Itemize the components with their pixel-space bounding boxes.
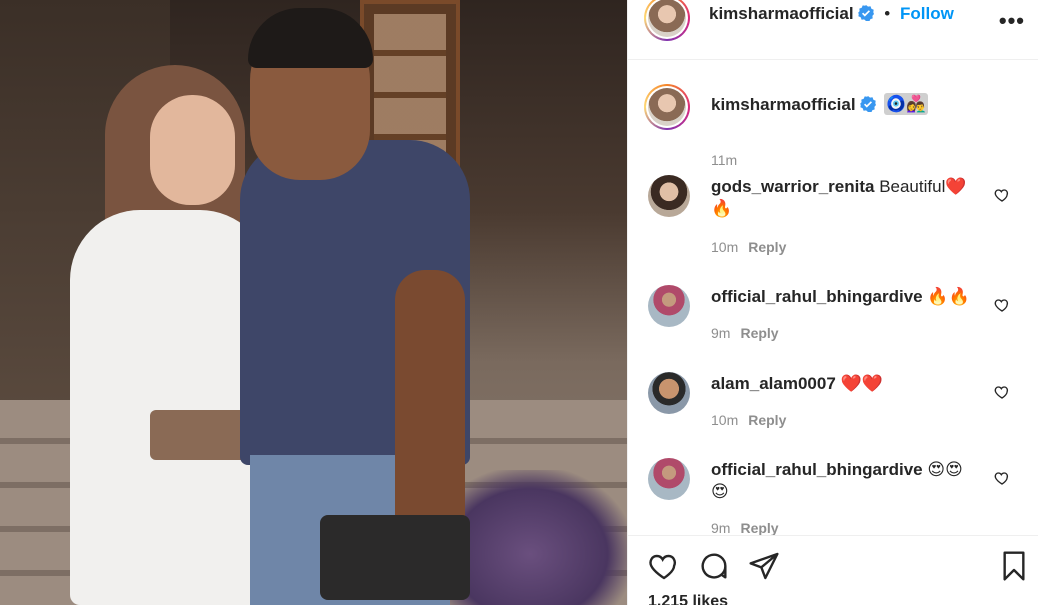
caption-username[interactable]: kimsharmaofficial [711,95,856,114]
author-avatar[interactable] [644,0,690,41]
comment-avatar[interactable] [648,458,690,500]
share-icon[interactable] [748,550,780,582]
comment-text: official_rahul_bhingardive 🔥🔥 [711,286,976,308]
verified-badge-icon [859,96,876,112]
comment-time: 10m [711,412,739,428]
verified-badge-icon [857,5,874,21]
post-panel: kimsharmaofficial • Follow ••• kimsharma… [627,0,1038,605]
caption-text: kimsharmaofficial 🧿👩‍❤️‍👨 [711,93,929,115]
photo-clutch [320,515,470,600]
comment-avatar[interactable] [648,285,690,327]
more-options-button[interactable]: ••• [999,8,1025,34]
post-header: kimsharmaofficial • Follow ••• [628,0,1038,60]
caption-avatar[interactable] [644,84,690,130]
like-comment-heart-icon[interactable] [994,187,1010,203]
comment-meta: 10m Reply [711,412,786,428]
post-actions: 1,215 likes [628,535,1038,605]
comment-avatar[interactable] [648,372,690,414]
reply-button[interactable]: Reply [740,325,778,341]
reply-button[interactable]: Reply [740,520,778,535]
heart-icon[interactable] [648,550,680,582]
comment-text: gods_warrior_renita Beautiful❤️🔥 [711,176,976,220]
comment-text: alam_alam0007 ❤️❤️ [711,373,976,395]
photo-man-hair [248,8,373,68]
comment-body: 🔥🔥 [927,287,970,306]
reply-button[interactable]: Reply [748,239,786,255]
comment-username[interactable]: alam_alam0007 [711,374,836,393]
comment-avatar[interactable] [648,175,690,217]
like-comment-heart-icon[interactable] [994,384,1010,400]
photo-woman-face [150,95,235,205]
comments-section: kimsharmaofficial 🧿👩‍❤️‍👨 11m gods_warri… [628,60,1038,535]
photo-woman-belt [150,410,250,460]
comment-username[interactable]: official_rahul_bhingardive [711,287,923,306]
likes-count[interactable]: 1,215 likes [648,593,728,605]
comment-meta: 9m Reply [711,325,779,341]
author-username[interactable]: kimsharmaofficial [709,4,854,23]
comment-body: ❤️❤️ [840,374,883,393]
comment-time: 10m [711,239,739,255]
reply-button[interactable]: Reply [748,412,786,428]
comment-meta: 10m Reply [711,239,786,255]
comment-username[interactable]: official_rahul_bhingardive [711,460,923,479]
like-comment-heart-icon[interactable] [994,297,1010,313]
bookmark-icon[interactable] [998,550,1030,582]
follow-button[interactable]: Follow [900,4,954,23]
author-line: kimsharmaofficial • Follow [709,4,954,24]
caption-time: 11m [711,152,738,168]
comment-time: 9m [711,325,731,341]
separator-dot: • [884,4,891,23]
comment-meta: 9m Reply [711,520,779,535]
like-comment-heart-icon[interactable] [994,470,1010,486]
comment-icon[interactable] [698,550,730,582]
comment-time: 9m [711,520,731,535]
caption-emojis: 🧿👩‍❤️‍👨 [884,93,929,115]
comment-text: official_rahul_bhingardive 😍😍😍 [711,459,976,503]
comment-username[interactable]: gods_warrior_renita [711,177,874,196]
post-photo[interactable] [0,0,627,605]
